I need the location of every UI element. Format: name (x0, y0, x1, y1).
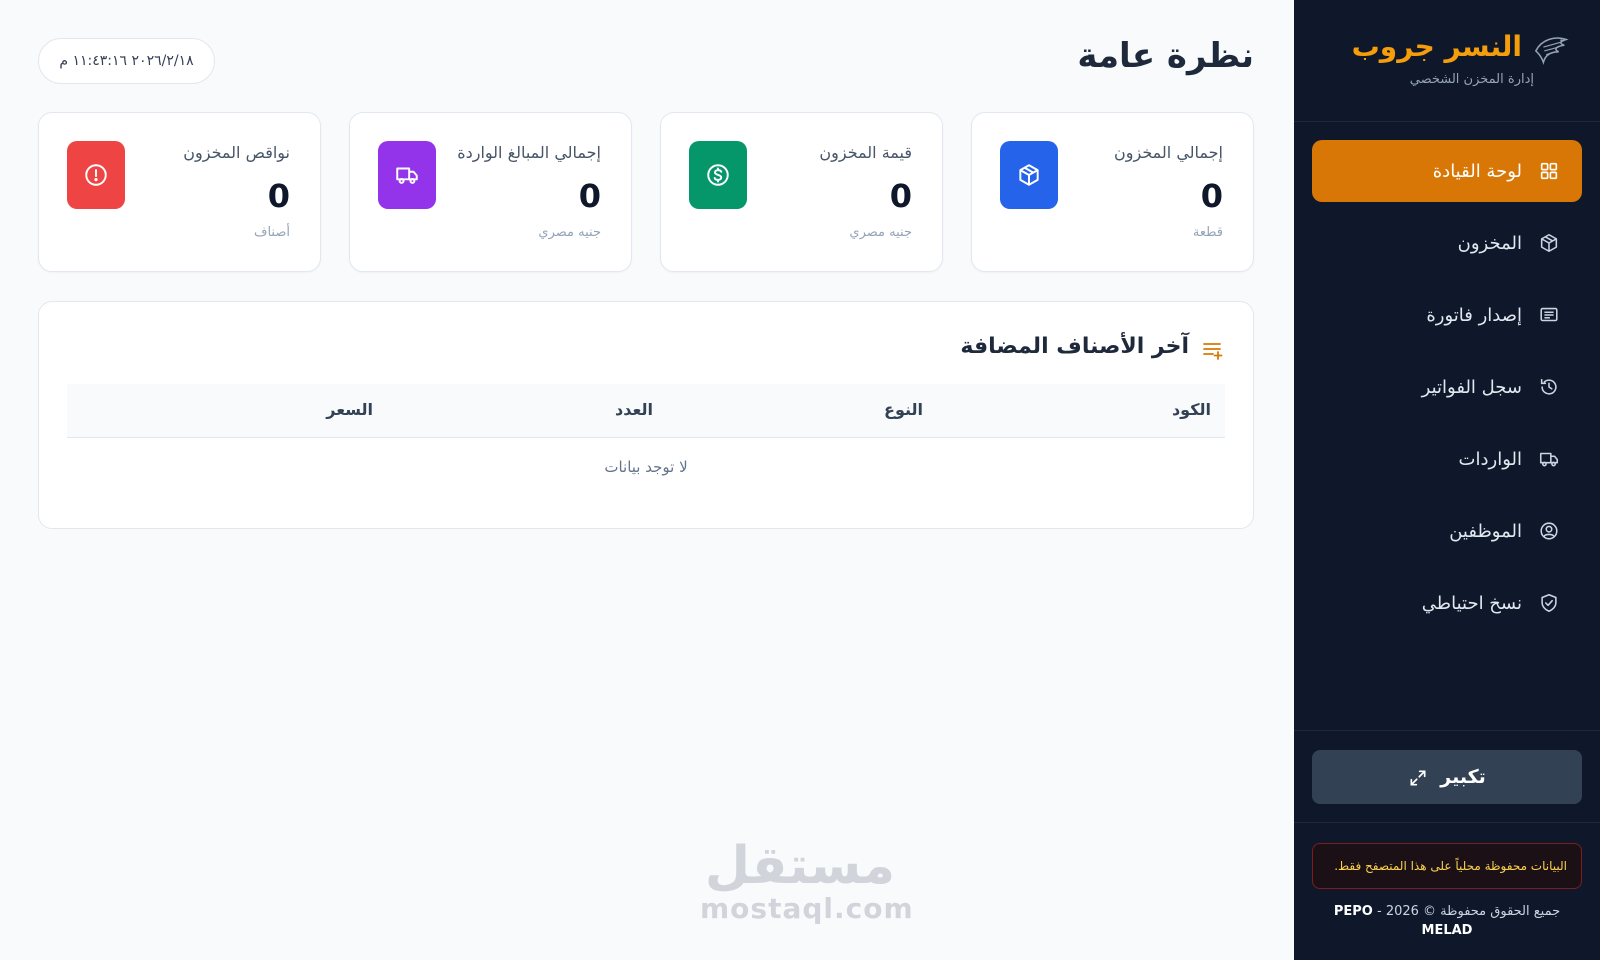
page-title: نظرة عامة (1077, 36, 1254, 76)
sidebar-item-label: إصدار فاتورة (1426, 304, 1522, 326)
sidebar-item-imports[interactable]: الواردات (1312, 428, 1582, 490)
copyright-brand: PEPO (1333, 904, 1373, 919)
truck-icon (1538, 448, 1560, 470)
watermark-arabic: مستقل (704, 836, 896, 896)
stat-label: إجمالي المبالغ الواردة (457, 143, 601, 162)
grid-icon (1538, 160, 1560, 182)
stat-label: نواقص المخزون (183, 143, 290, 162)
history-icon (1538, 376, 1560, 398)
table-header: الكود النوع العدد السعر (67, 384, 1225, 438)
sidebar-item-label: الموظفين (1449, 520, 1522, 542)
user-circle-icon (1538, 520, 1560, 542)
column-header-type: النوع (884, 400, 923, 419)
copyright-text: جميع الحقوق محفوظة © 2026 - (1372, 904, 1561, 919)
sidebar-item-label: سجل الفواتير (1421, 376, 1522, 398)
truck-icon (378, 141, 436, 209)
sidebar-item-label: الواردات (1458, 448, 1522, 470)
invoice-icon (1538, 304, 1560, 326)
sidebar-item-inventory[interactable]: المخزون (1312, 212, 1582, 274)
sidebar-item-backup[interactable]: نسخ احتياطي (1312, 572, 1582, 634)
datetime-badge: ٢٠٢٦/٢/١٨ ١١:٤٣:١٦ م (38, 38, 215, 84)
sidebar-item-issue-invoice[interactable]: إصدار فاتورة (1312, 284, 1582, 346)
column-header-price: السعر (326, 400, 373, 419)
box-icon (1000, 141, 1058, 209)
sidebar-item-label: لوحة القيادة (1432, 160, 1522, 182)
column-header-quantity: العدد (615, 400, 653, 419)
list-add-icon (1201, 338, 1225, 362)
stat-card-total-stock: إجمالي المخزون 0 قطعة (971, 112, 1254, 272)
expand-button-label: تكبير (1440, 766, 1486, 788)
panel-title: آخر الأصناف المضافة (960, 334, 1189, 359)
stat-card-total-incoming: إجمالي المبالغ الواردة 0 جنيه مصري (349, 112, 632, 272)
sidebar-divider (1294, 822, 1600, 823)
stat-label: إجمالي المخزون (1114, 143, 1223, 162)
brand-name: النسر جروب (1351, 30, 1522, 63)
sidebar-nav: لوحة القيادة المخزون إصدار فاتورة سجل ال… (1312, 140, 1582, 644)
stat-unit: جنيه مصري (849, 225, 912, 240)
empty-state: لا توجد بيانات (604, 458, 688, 476)
sidebar-item-dashboard[interactable]: لوحة القيادة (1312, 140, 1582, 202)
stat-value: 0 (267, 177, 290, 215)
stat-unit: جنيه مصري (538, 225, 601, 240)
column-header-code: الكود (1171, 400, 1211, 419)
brand-header: النسر جروب إدارة المخزن الشخصي (1294, 0, 1600, 122)
sidebar-item-employees[interactable]: الموظفين (1312, 500, 1582, 562)
box-icon (1538, 232, 1560, 254)
expand-button[interactable]: تكبير (1312, 750, 1582, 804)
sidebar-item-label: المخزون (1457, 232, 1522, 254)
stat-label: قيمة المخزون (819, 143, 912, 162)
brand-subtitle: إدارة المخزن الشخصي (1409, 72, 1534, 87)
alert-circle-icon (67, 141, 125, 209)
expand-arrows-icon (1408, 767, 1428, 787)
stat-value: 0 (578, 177, 601, 215)
sidebar-item-invoice-history[interactable]: سجل الفواتير (1312, 356, 1582, 418)
copyright-name: MELAD (1421, 923, 1473, 938)
eagle-logo-icon (1532, 30, 1570, 68)
copyright: جميع الحقوق محفوظة © 2026 - PEPO MELAD (1312, 902, 1582, 940)
stat-card-low-stock: نواقص المخزون 0 أصناف (38, 112, 321, 272)
sidebar: النسر جروب إدارة المخزن الشخصي لوحة القي… (1294, 0, 1600, 960)
watermark: مستقل mostaql.com (700, 836, 914, 925)
dollar-circle-icon (689, 141, 747, 209)
shield-check-icon (1538, 592, 1560, 614)
sidebar-item-label: نسخ احتياطي (1421, 592, 1522, 614)
sidebar-divider (1294, 730, 1600, 731)
main-content: نظرة عامة ٢٠٢٦/٢/١٨ ١١:٤٣:١٦ م إجمالي ال… (0, 0, 1294, 960)
stat-value: 0 (1200, 177, 1223, 215)
recent-items-panel: آخر الأصناف المضافة الكود النوع العدد ال… (38, 301, 1254, 529)
stat-card-stock-value: قيمة المخزون 0 جنيه مصري (660, 112, 943, 272)
stat-unit: قطعة (1192, 225, 1223, 240)
watermark-latin: mostaql.com (700, 892, 914, 925)
stat-value: 0 (889, 177, 912, 215)
storage-notice: البيانات محفوظة محلياً على هذا المتصفح ف… (1312, 843, 1582, 889)
stat-unit: أصناف (253, 225, 290, 240)
